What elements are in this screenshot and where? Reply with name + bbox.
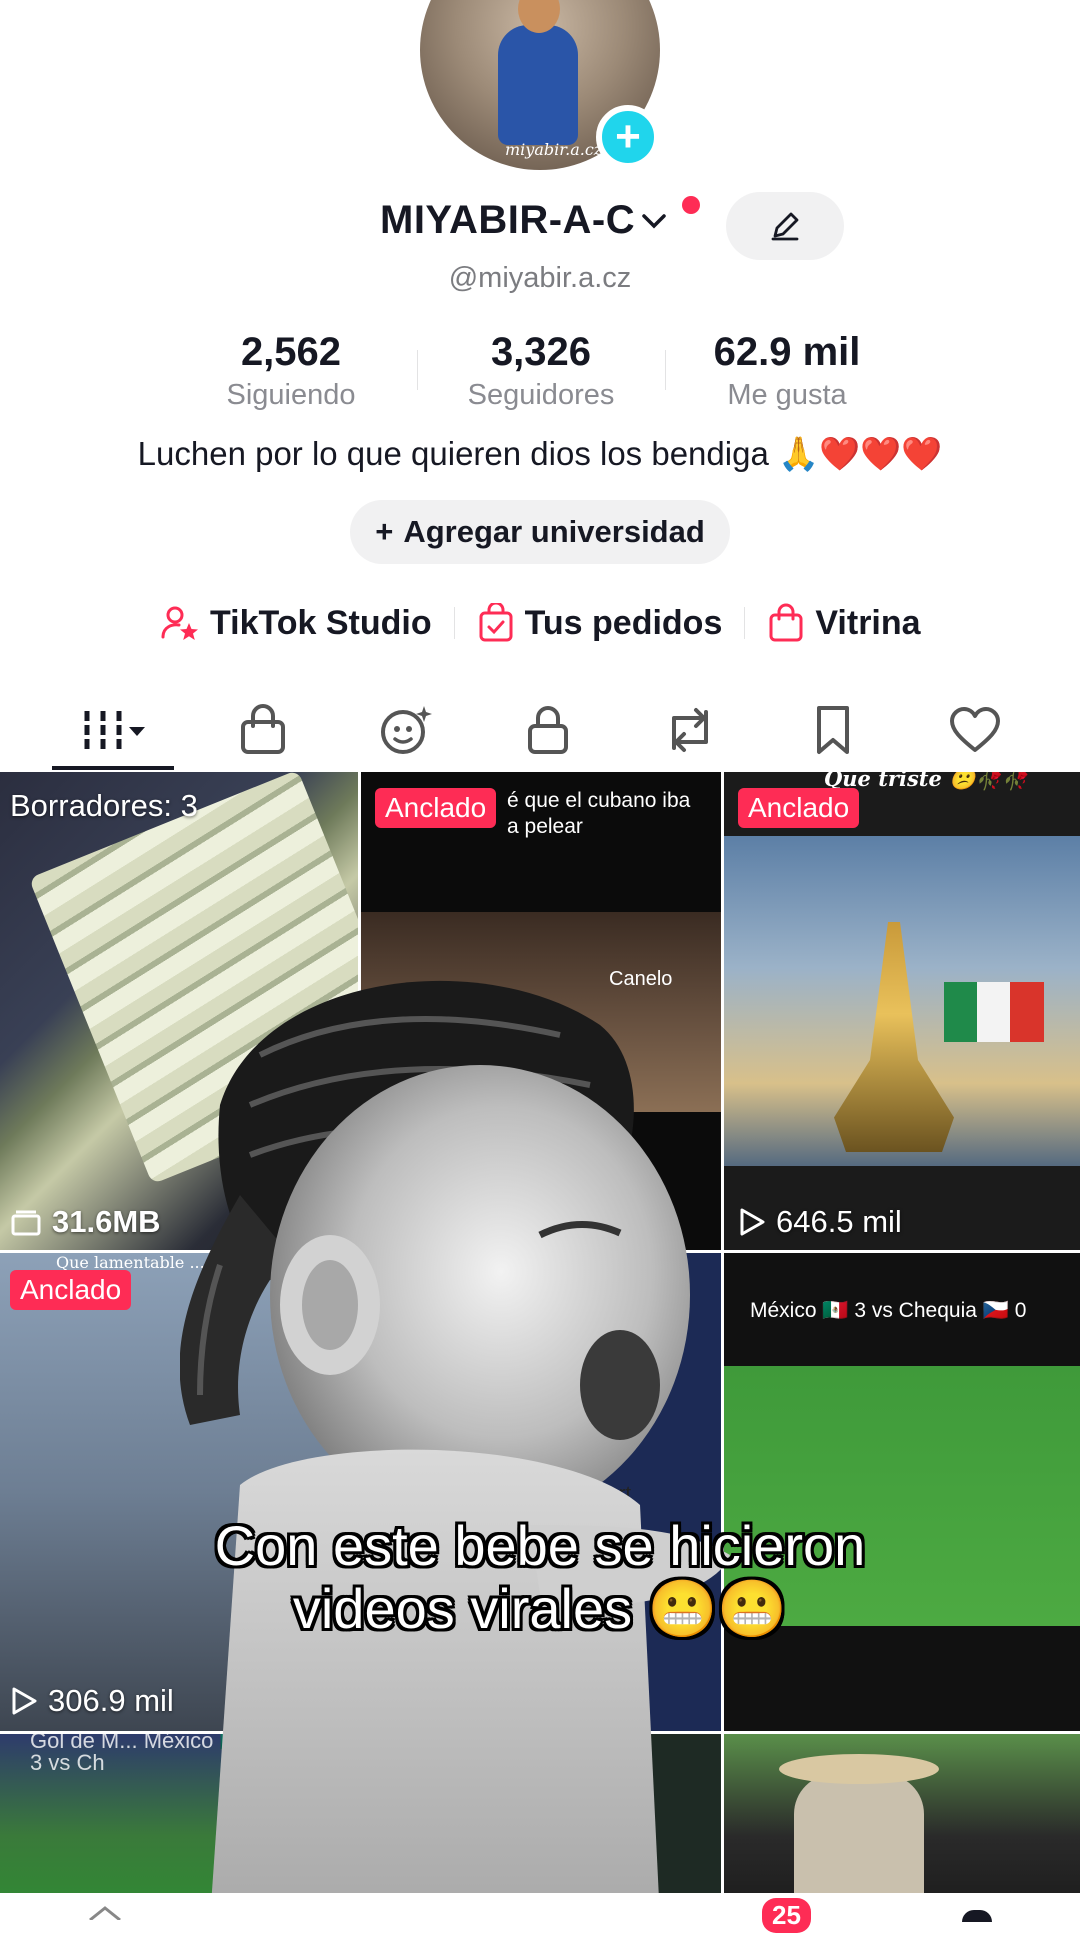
edit-profile-button[interactable] [726, 192, 844, 260]
play-icon [12, 1687, 37, 1715]
notification-dot [682, 196, 700, 214]
bio-text: Luchen por lo que quieren dios los bendi… [137, 435, 820, 472]
tab-ai-self[interactable] [356, 690, 456, 770]
view-count: 646.5 mil [738, 1204, 902, 1240]
pinned-badge: Anclado [10, 1270, 132, 1310]
pinned-badge: Anclado [375, 788, 497, 828]
drafts-label: Borradores: 3 [10, 788, 198, 823]
lock-icon [528, 706, 568, 754]
ai-self-icon [381, 706, 432, 754]
drafts-stack-icon [11, 1210, 41, 1236]
profile-tabs [0, 690, 1080, 772]
orders-link[interactable]: Tus pedidos [477, 603, 722, 643]
avatar-signature: miyabir.a.cz [505, 140, 603, 159]
add-university-label: Agregar universidad [403, 514, 705, 549]
overlay-caption: Con este bebe se hicieron videos virales… [0, 1514, 1080, 1640]
showcase-link[interactable]: Vitrina [767, 603, 921, 643]
profile-bio: Luchen por lo que quieren dios los bendi… [0, 435, 1080, 474]
tab-reposts[interactable] [640, 690, 740, 770]
profile-links: TikTok Studio Tus pedidos Vitrina [160, 598, 921, 648]
person-star-icon [161, 606, 198, 640]
profile-icon[interactable] [962, 1910, 992, 1922]
video-caption: México 🇲🇽 3 vs Chequia 🇨🇿 0 [750, 1299, 1027, 1322]
videos-grid-icon [84, 711, 145, 749]
username-label: MIYABIR-A-C [380, 198, 636, 242]
plus-icon: + [375, 514, 394, 549]
video-tile[interactable]: México 🇲🇽 3 vs Chequia 🇨🇿 0 [724, 1253, 1080, 1731]
stat-following[interactable]: 2,562 Siguiendo [186, 330, 396, 412]
pinned-badge: Anclado [738, 788, 860, 828]
stat-followers[interactable]: 3,326 Seguidores [436, 330, 646, 412]
profile-handle: @miyabir.a.cz [448, 262, 632, 294]
bottom-nav [0, 1893, 1080, 1920]
tab-favorites[interactable] [783, 690, 883, 770]
tab-videos[interactable] [48, 690, 178, 770]
bio-hearts: ❤️❤️❤️ [819, 435, 943, 472]
tab-liked[interactable] [925, 690, 1025, 770]
order-bag-icon [479, 603, 513, 642]
overlay-caption-line-1: Con este bebe se hicieron [214, 1514, 866, 1577]
overlay-caption-line-2: videos virales 😬😬 [292, 1576, 788, 1640]
add-avatar-button[interactable]: + [596, 105, 660, 169]
baby-overlay-image [180, 980, 730, 1920]
stat-divider [665, 350, 666, 390]
view-count: 306.9 mil [10, 1683, 174, 1719]
stat-likes[interactable]: 62.9 mil Me gusta [682, 330, 892, 412]
play-icon [740, 1208, 765, 1236]
add-university-button[interactable]: + Agregar universidad [350, 500, 730, 564]
active-tab-indicator [52, 766, 174, 770]
username-switcher[interactable]: MIYABIR-A-C [380, 198, 667, 243]
shopping-bag-icon [769, 603, 803, 642]
home-icon[interactable] [88, 1906, 122, 1925]
bookmark-icon [817, 706, 849, 754]
chevron-down-icon [641, 205, 667, 237]
pencil-icon [771, 212, 799, 241]
mexico-flag-image [944, 982, 1044, 1042]
tiktok-studio-link[interactable]: TikTok Studio [160, 603, 432, 643]
shop-icon [241, 704, 285, 754]
tab-private[interactable] [498, 690, 598, 770]
tab-shop[interactable] [213, 690, 313, 770]
heart-icon [950, 707, 1000, 752]
drafts-size: 31.6MB [10, 1204, 161, 1240]
repost-icon [672, 708, 708, 752]
video-caption: é que el cubano iba a pelear [507, 789, 691, 838]
inbox-badge[interactable]: 25 [762, 1898, 811, 1933]
stat-divider [417, 350, 418, 390]
video-tile[interactable]: Que triste 😕🥀🥀 Anclado 646.5 mil [724, 772, 1080, 1250]
